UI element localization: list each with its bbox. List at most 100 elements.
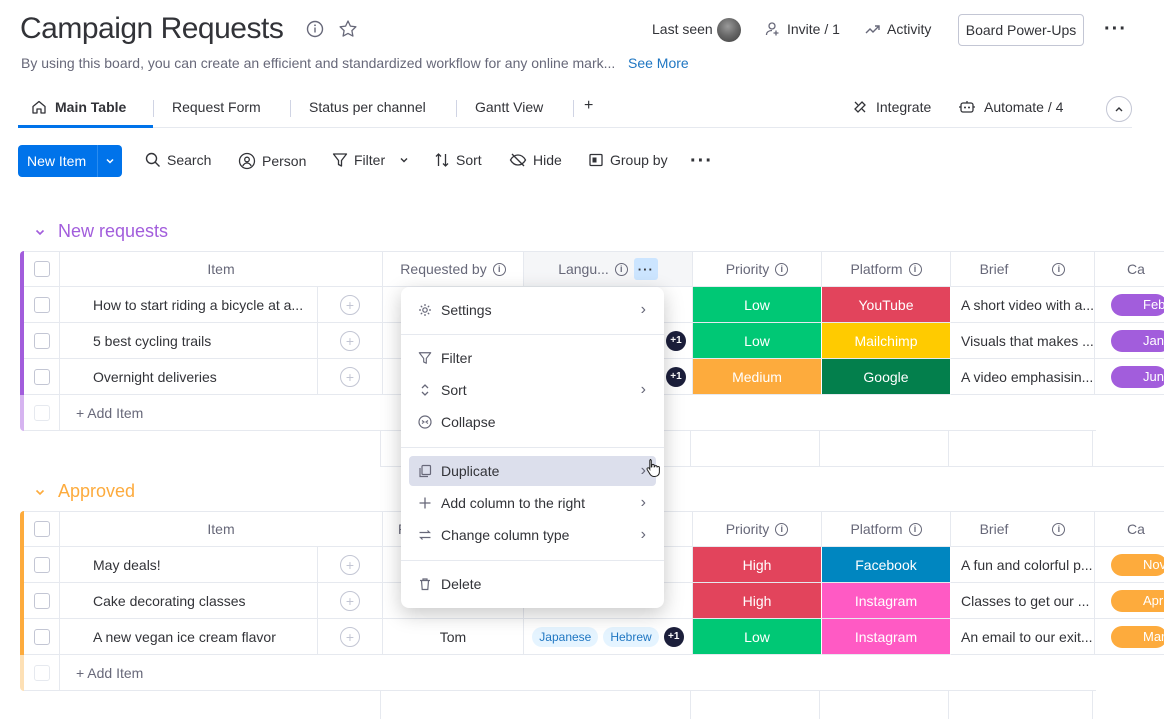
column-header-priority[interactable]: Priority i — [693, 511, 822, 547]
timeline-pill[interactable]: Jun — [1111, 365, 1164, 388]
requested-by-cell[interactable]: Tom — [383, 619, 524, 655]
info-icon[interactable]: i — [614, 262, 628, 276]
chevron-down-icon[interactable] — [98, 156, 122, 166]
search-button[interactable]: Search — [145, 152, 211, 168]
invite-button[interactable]: Invite / 1 — [765, 21, 840, 37]
brief-cell[interactable]: A video emphasisin... — [951, 359, 1095, 395]
group-header-new-requests[interactable]: New requests — [34, 221, 168, 242]
group-header-approved[interactable]: Approved — [34, 481, 135, 502]
conversation-cell[interactable]: + — [318, 547, 383, 583]
platform-status[interactable]: Google — [822, 359, 951, 395]
column-header-priority[interactable]: Priority i — [693, 251, 822, 287]
info-icon[interactable]: i — [908, 522, 922, 536]
tab-status-per-channel[interactable]: Status per channel — [309, 99, 426, 115]
timeline-pill[interactable]: Jan : — [1111, 329, 1164, 352]
collapse-header-button[interactable] — [1106, 96, 1132, 122]
add-update-icon[interactable]: + — [340, 366, 360, 387]
brief-cell[interactable]: A fun and colorful p... — [951, 547, 1095, 583]
priority-status[interactable]: Low — [693, 287, 822, 323]
menu-item-duplicate[interactable]: Duplicate › — [409, 456, 656, 486]
priority-status[interactable]: High — [693, 583, 822, 619]
brief-cell[interactable]: Classes to get our ... — [951, 583, 1095, 619]
board-power-ups-button[interactable]: Board Power-Ups — [958, 14, 1084, 46]
row-checkbox[interactable] — [24, 583, 60, 619]
platform-status[interactable]: YouTube — [822, 287, 951, 323]
column-options-icon[interactable]: ··· — [633, 258, 658, 280]
more-badge[interactable]: +1 — [666, 366, 686, 387]
platform-status[interactable]: Facebook — [822, 547, 951, 583]
person-filter-button[interactable]: Person — [238, 152, 306, 170]
item-name[interactable]: Overnight deliveries — [60, 359, 318, 395]
new-item-button[interactable]: New Item — [18, 145, 122, 177]
conversation-cell[interactable]: + — [318, 323, 383, 359]
menu-item-collapse[interactable]: Collapse — [409, 407, 656, 437]
priority-status[interactable]: Low — [693, 619, 822, 655]
timeline-cell[interactable]: Jan : — [1095, 323, 1164, 359]
column-header-platform[interactable]: Platform i — [822, 251, 951, 287]
tab-gantt-view[interactable]: Gantt View — [475, 99, 543, 115]
priority-status[interactable]: Low — [693, 323, 822, 359]
timeline-cell[interactable]: Jun — [1095, 359, 1164, 395]
chevron-down-icon[interactable] — [34, 486, 46, 498]
select-all-checkbox[interactable] — [24, 511, 60, 547]
timeline-cell[interactable]: Mar — [1095, 619, 1164, 655]
automate-button[interactable]: Automate / 4 — [958, 99, 1063, 115]
column-header-brief[interactable]: Brief i — [951, 251, 1095, 287]
brief-cell[interactable]: A short video with a... — [951, 287, 1095, 323]
group-title[interactable]: Approved — [58, 481, 135, 502]
platform-status[interactable]: Instagram — [822, 619, 951, 655]
item-name[interactable]: A new vegan ice cream flavor — [60, 619, 318, 655]
chevron-down-icon[interactable] — [34, 226, 46, 238]
item-name[interactable]: May deals! — [60, 547, 318, 583]
integrate-button[interactable]: Integrate — [852, 99, 931, 115]
row-checkbox[interactable] — [24, 323, 60, 359]
brief-cell[interactable]: Visuals that makes ... — [951, 323, 1095, 359]
column-header-requested-by[interactable]: Requested by i — [383, 251, 524, 287]
info-icon[interactable]: i — [775, 262, 789, 276]
timeline-cell[interactable]: Nov — [1095, 547, 1164, 583]
column-header-item[interactable]: Item — [60, 511, 383, 547]
brief-cell[interactable]: An email to our exit... — [951, 619, 1095, 655]
board-title[interactable]: Campaign Requests — [20, 12, 284, 46]
see-more-link[interactable]: See More — [628, 55, 689, 71]
item-name[interactable]: Cake decorating classes — [60, 583, 318, 619]
add-item-input[interactable]: + Add Item — [60, 655, 1096, 691]
table-row[interactable]: A new vegan ice cream flavor + Tom Japan… — [20, 619, 1164, 655]
add-view-button[interactable]: + — [584, 97, 593, 115]
column-header-item[interactable]: Item — [60, 251, 383, 287]
platform-status[interactable]: Instagram — [822, 583, 951, 619]
info-icon[interactable]: i — [775, 522, 789, 536]
tab-request-form[interactable]: Request Form — [172, 99, 261, 115]
conversation-cell[interactable]: + — [318, 287, 383, 323]
info-icon[interactable]: i — [1052, 522, 1066, 536]
column-header-calendar[interactable]: Ca — [1095, 251, 1164, 287]
add-update-icon[interactable]: + — [340, 590, 360, 611]
group-by-button[interactable]: Group by — [588, 152, 668, 168]
add-update-icon[interactable]: + — [340, 330, 360, 351]
chevron-down-icon[interactable] — [399, 155, 409, 165]
priority-status[interactable]: High — [693, 547, 822, 583]
item-name[interactable]: How to start riding a bicycle at a... — [60, 287, 318, 323]
platform-status[interactable]: Mailchimp — [822, 323, 951, 359]
row-checkbox[interactable] — [24, 619, 60, 655]
column-header-platform[interactable]: Platform i — [822, 511, 951, 547]
timeline-cell[interactable]: Apr 1 — [1095, 583, 1164, 619]
timeline-pill[interactable]: Nov — [1111, 553, 1164, 576]
column-header-language[interactable]: Langu... i ··· — [524, 251, 693, 287]
more-options-icon[interactable]: ··· — [1104, 18, 1127, 41]
language-tag[interactable]: Hebrew — [603, 626, 659, 647]
select-all-checkbox[interactable] — [24, 251, 60, 287]
menu-item-add-column-right[interactable]: Add column to the right › — [409, 488, 656, 518]
group-title[interactable]: New requests — [58, 221, 168, 242]
more-badge[interactable]: +1 — [663, 626, 684, 647]
conversation-cell[interactable]: + — [318, 583, 383, 619]
menu-item-settings[interactable]: Settings › — [409, 295, 656, 325]
add-update-icon[interactable]: + — [340, 554, 360, 575]
conversation-cell[interactable]: + — [318, 619, 383, 655]
column-header-brief[interactable]: Brief i — [951, 511, 1095, 547]
more-badge[interactable]: +1 — [666, 330, 686, 351]
hide-button[interactable]: Hide — [509, 152, 562, 168]
timeline-pill[interactable]: Apr 1 — [1111, 589, 1164, 612]
priority-status[interactable]: Medium — [693, 359, 822, 395]
language-tag[interactable]: Japanese — [532, 626, 599, 647]
